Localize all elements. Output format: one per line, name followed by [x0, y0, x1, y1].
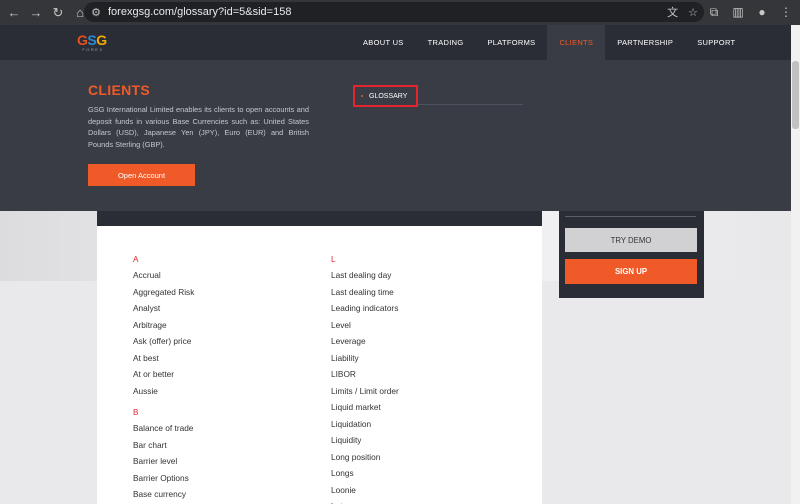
sidebar-panel: TRY DEMO SIGN UP — [559, 211, 704, 298]
translate-icon[interactable]: 文 — [667, 4, 678, 20]
nav-platforms[interactable]: PLATFORMS — [475, 25, 547, 60]
glossary-term-link[interactable]: Leading indicators — [331, 300, 399, 317]
glossary-term-link[interactable]: Analyst — [133, 300, 194, 317]
glossary-column-2: L Last dealing day Last dealing time Leadin… — [331, 253, 399, 504]
reload-icon[interactable]: ↻ — [48, 3, 68, 23]
glossary-term-link[interactable]: Arbitrage — [133, 317, 194, 334]
bullet-icon — [361, 95, 363, 97]
nav-trading[interactable]: TRADING — [416, 25, 476, 60]
glossary-term-link[interactable]: Liability — [331, 350, 399, 367]
glossary-term-link[interactable]: Leverage — [331, 333, 399, 350]
extensions-icon[interactable]: ⧉ — [706, 3, 722, 21]
glossary-letter-heading: L — [331, 255, 336, 264]
url-text[interactable]: forexgsg.com/glossary?id=5&sid=158 — [108, 6, 291, 18]
sign-up-button[interactable]: SIGN UP — [565, 259, 697, 284]
glossary-term-link[interactable]: Barrier Options — [133, 470, 194, 487]
glossary-term-link[interactable]: Bar chart — [133, 437, 194, 454]
glossary-column-1: A Accrual Aggregated Risk Analyst Arbitrage A… — [133, 253, 194, 503]
glossary-term-link[interactable]: Liquid market — [331, 399, 399, 416]
glossary-term-link[interactable]: Barrier level — [133, 453, 194, 470]
glossary-term-link[interactable]: Accrual — [133, 267, 194, 284]
glossary-term-link[interactable]: At best — [133, 350, 194, 367]
glossary-term-link[interactable]: Level — [331, 317, 399, 334]
nav-support[interactable]: SUPPORT — [685, 25, 747, 60]
gsg-logo[interactable]: GSG FOREX — [77, 33, 109, 53]
address-bar[interactable]: ⚙ forexgsg.com/glossary?id=5&sid=158 文 ☆ — [84, 2, 704, 22]
glossary-link[interactable]: GLOSSARY — [353, 85, 418, 107]
glossary-link-label: GLOSSARY — [369, 92, 408, 100]
dropdown-title: CLIENTS — [88, 82, 150, 98]
glossary-term-link[interactable]: Base currency — [133, 486, 194, 503]
glossary-term-link[interactable]: Lot — [331, 498, 399, 504]
glossary-term-link[interactable]: Ask (offer) price — [133, 333, 194, 350]
logo-letter: S — [87, 32, 97, 48]
glossary-term-link[interactable]: Loonie — [331, 482, 399, 499]
sidebar-divider — [565, 216, 696, 217]
bookmark-star-icon[interactable]: ☆ — [688, 6, 698, 19]
forward-icon[interactable]: → — [26, 3, 46, 23]
card-header-bar — [97, 211, 542, 226]
glossary-term-link[interactable]: Limits / Limit order — [331, 383, 399, 400]
nav-about-us[interactable]: ABOUT US — [351, 25, 416, 60]
nav-clients[interactable]: CLIENTS — [547, 25, 606, 60]
logo-letter: G — [96, 32, 107, 48]
menu-icon[interactable]: ⋮ — [778, 3, 794, 21]
dropdown-description: GSG International Limited enables its cl… — [88, 105, 309, 150]
glossary-letter-heading: B — [133, 408, 139, 417]
clients-dropdown: CLIENTS GSG International Limited enable… — [0, 60, 800, 211]
glossary-card: A Accrual Aggregated Risk Analyst Arbitrage A… — [97, 211, 542, 504]
open-account-button[interactable]: Open Account — [88, 164, 195, 186]
page-scrollbar[interactable] — [791, 25, 800, 504]
glossary-term-link[interactable]: LIBOR — [331, 366, 399, 383]
side-panel-icon[interactable]: ▥ — [730, 3, 746, 21]
glossary-term-link[interactable]: Long position — [331, 449, 399, 466]
nav-partnership[interactable]: PARTNERSHIP — [605, 25, 685, 60]
glossary-term-link[interactable]: At or better — [133, 366, 194, 383]
back-icon[interactable]: ← — [4, 3, 24, 23]
link-divider — [418, 104, 523, 105]
glossary-term-link[interactable]: Liquidity — [331, 432, 399, 449]
site-info-icon[interactable]: ⚙ — [86, 6, 106, 19]
glossary-term-link[interactable]: Aussie — [133, 383, 194, 400]
browser-toolbar: ← → ↻ ⌂ ⚙ forexgsg.com/glossary?id=5&sid… — [0, 0, 800, 25]
logo-letter: G — [77, 32, 88, 48]
glossary-term-link[interactable]: Last dealing day — [331, 267, 399, 284]
main-nav: ABOUT US TRADING PLATFORMS CLIENTS PARTN… — [351, 25, 747, 60]
try-demo-button[interactable]: TRY DEMO — [565, 228, 697, 252]
site-header: GSG FOREX ABOUT US TRADING PLATFORMS CLI… — [0, 25, 800, 60]
scrollbar-thumb[interactable] — [792, 61, 799, 129]
glossary-term-link[interactable]: Aggregated Risk — [133, 284, 194, 301]
profile-icon[interactable]: ● — [754, 3, 770, 21]
glossary-term-link[interactable]: Last dealing time — [331, 284, 399, 301]
glossary-term-link[interactable]: Longs — [331, 465, 399, 482]
glossary-term-link[interactable]: Liquidation — [331, 416, 399, 433]
glossary-letter-heading: A — [133, 255, 139, 264]
glossary-term-link[interactable]: Balance of trade — [133, 420, 194, 437]
